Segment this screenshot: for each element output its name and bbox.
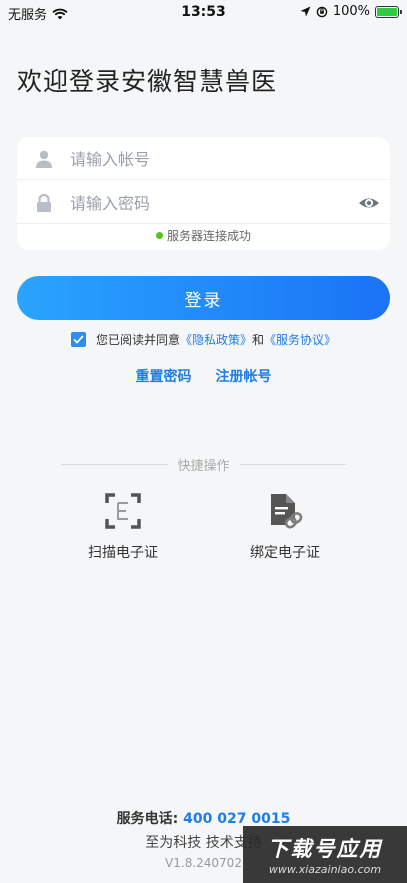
eye-icon[interactable] xyxy=(358,194,380,212)
account-links: 重置密码 注册帐号 xyxy=(0,366,407,386)
battery-icon xyxy=(375,5,402,18)
quick-actions-header: 快捷操作 xyxy=(177,459,230,474)
password-field xyxy=(17,181,390,224)
scan-frame-icon xyxy=(105,493,141,529)
divider-line xyxy=(61,464,168,465)
login-button[interactable]: 登录 xyxy=(17,276,390,320)
login-form-card: 服务器连接成功 xyxy=(17,137,390,250)
scan-certificate-label: 扫描电子证 xyxy=(88,545,158,561)
service-agreement-link[interactable]: 《服务协议》 xyxy=(264,331,336,348)
check-icon xyxy=(73,335,84,344)
status-right: 100% xyxy=(300,4,402,19)
connection-status: 服务器连接成功 xyxy=(17,227,390,244)
connection-status-text: 服务器连接成功 xyxy=(166,229,251,243)
service-phone-number[interactable]: 400 027 0015 xyxy=(183,811,290,827)
reset-password-link[interactable]: 重置密码 xyxy=(136,366,192,386)
document-link-icon xyxy=(271,494,303,529)
status-dot-icon xyxy=(155,232,163,239)
service-phone: 服务电话: 400 027 0015 xyxy=(0,808,407,828)
username-input[interactable] xyxy=(70,145,350,173)
password-input[interactable] xyxy=(70,189,350,217)
register-link[interactable]: 注册帐号 xyxy=(216,366,272,386)
bind-certificate-label: 绑定电子证 xyxy=(250,545,320,561)
agreement-prefix: 您已阅读并同意 xyxy=(95,333,180,347)
watermark-overlay: 下载号应用 www.xiazainiao.com xyxy=(243,826,407,883)
scan-certificate-button[interactable]: 扫描电子证 xyxy=(63,492,183,562)
watermark-text: 下载号应用 xyxy=(267,837,383,861)
battery-percent: 100% xyxy=(332,4,370,19)
quick-actions-divider: 快捷操作 xyxy=(61,455,347,474)
agreement-row: 您已阅读并同意 《隐私政策》 和 《服务协议》 xyxy=(0,331,407,348)
service-phone-label: 服务电话: xyxy=(116,811,179,827)
location-arrow-icon xyxy=(300,6,311,17)
username-field xyxy=(17,137,390,180)
user-icon xyxy=(36,150,52,168)
privacy-policy-link[interactable]: 《隐私政策》 xyxy=(180,331,252,348)
agree-checkbox[interactable] xyxy=(70,332,86,347)
watermark-url: www.xiazainiao.com xyxy=(268,863,382,876)
status-bar: 无服务 13:53 100% xyxy=(0,0,407,24)
lock-icon xyxy=(37,193,51,212)
bind-certificate-button[interactable]: 绑定电子证 xyxy=(225,492,345,562)
orientation-lock-icon xyxy=(316,6,328,17)
divider-line xyxy=(239,464,347,465)
page-title: 欢迎登录安徽智慧兽医 xyxy=(17,67,278,96)
agreement-and: 和 xyxy=(252,333,265,347)
